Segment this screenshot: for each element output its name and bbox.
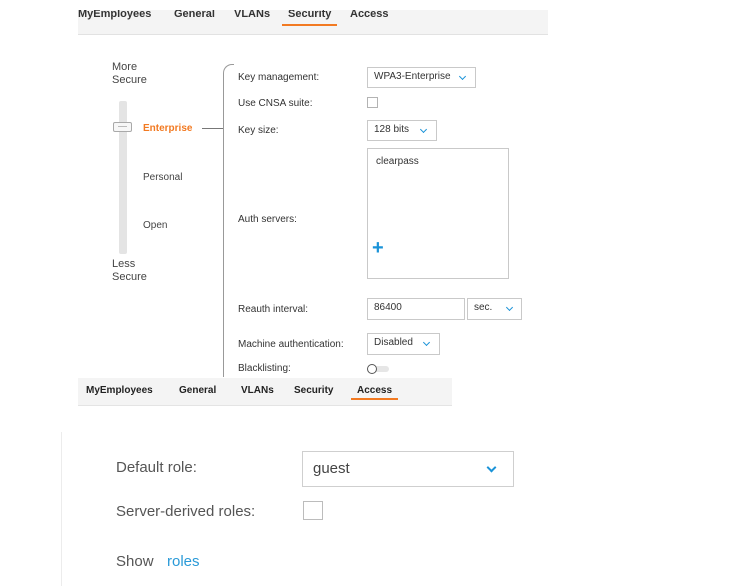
chevron-down-icon [419,125,428,134]
reauth-interval-input[interactable]: 86400 [367,298,465,320]
level-open[interactable]: Open [143,220,167,231]
key-size-select[interactable]: 128 bits [367,120,437,141]
less-secure-label: Less Secure [112,258,147,283]
chevron-down-icon [458,72,467,81]
tab-access[interactable]: Access [351,384,399,400]
reauth-interval-label: Reauth interval: [238,304,309,315]
key-size-value: 128 bits [374,124,410,135]
default-role-select[interactable]: guest [302,451,514,487]
default-role-value: guest [313,460,350,477]
default-role-label: Default role: [116,459,197,476]
cnsa-checkbox[interactable] [367,97,378,108]
reauth-unit-select[interactable]: sec. [467,298,522,320]
tab-security[interactable]: Security [294,384,333,401]
key-size-label: Key size: [238,125,279,136]
security-level-slider-thumb[interactable] [113,122,132,132]
blacklisting-label: Blacklisting: [238,363,291,374]
key-management-label: Key management: [238,72,320,83]
more-secure-label: More Secure [112,61,147,86]
machine-auth-select[interactable]: Disabled [367,333,440,355]
level-personal[interactable]: Personal [143,172,182,183]
top-tab-vlans[interactable]: VLANs [234,10,270,24]
auth-servers-list[interactable]: clearpass + [367,148,509,279]
key-management-value: WPA3-Enterprise [374,71,451,82]
settings-bracket [223,64,234,377]
machine-auth-label: Machine authentication: [238,339,344,350]
chevron-down-icon [505,303,514,312]
tab-general[interactable]: General [179,384,216,401]
show-label: Show [116,553,154,570]
chevron-down-icon [422,338,431,347]
access-tab-bar: MyEmployees General VLANs Security Acces… [78,378,452,406]
top-tab-general[interactable]: General [174,10,215,24]
auth-server-item[interactable]: clearpass [376,156,419,167]
top-tab-myemployees[interactable]: MyEmployees [78,10,151,24]
plus-icon[interactable]: + [372,238,384,258]
machine-auth-value: Disabled [374,337,413,348]
tab-myemployees[interactable]: MyEmployees [86,384,153,401]
reauth-unit-value: sec. [474,302,493,313]
toggle-knob [367,364,377,374]
key-management-select[interactable]: WPA3-Enterprise [367,67,476,88]
level-enterprise[interactable]: Enterprise [143,123,192,134]
top-tab-access[interactable]: Access [350,10,389,24]
top-tab-security[interactable]: Security [282,10,338,26]
panel-divider [61,432,62,586]
top-tab-bar: MyEmployees General VLANs Security Acces… [78,10,548,35]
server-derived-roles-label: Server-derived roles: [116,503,256,520]
server-derived-roles-checkbox[interactable] [303,501,323,520]
tab-vlans[interactable]: VLANs [241,384,274,401]
cnsa-label: Use CNSA suite: [238,98,313,109]
blacklisting-toggle[interactable] [367,364,390,374]
roles-link[interactable]: roles [167,553,200,570]
auth-servers-label: Auth servers: [238,214,297,225]
level-connector [202,128,224,129]
chevron-down-icon [486,462,497,473]
